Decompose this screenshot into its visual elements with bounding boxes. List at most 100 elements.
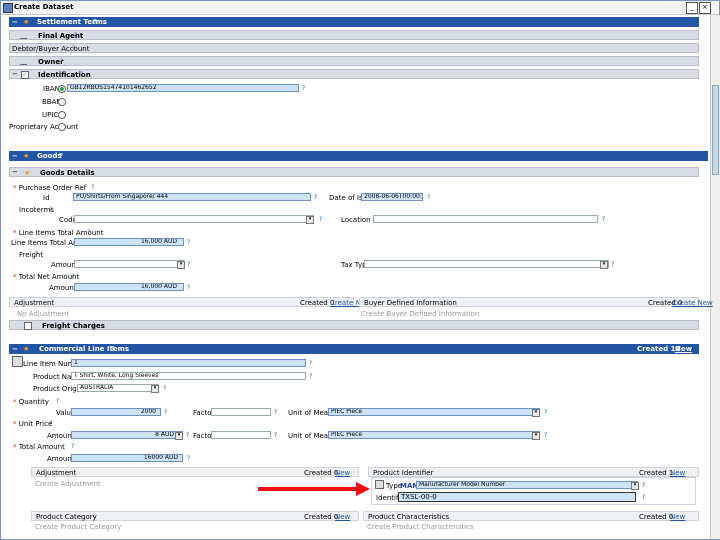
help-icon[interactable]: ? [319, 216, 322, 223]
help-icon[interactable]: ? [314, 194, 317, 201]
collapse-icon[interactable]: − [12, 152, 18, 160]
type-select[interactable]: Manufacturer Model Number [416, 481, 638, 489]
commercial-line-items-header[interactable]: − ★ Commercial Line Items ? Created 12 N… [9, 344, 699, 354]
scrollbar-thumb[interactable] [712, 85, 719, 175]
po-id-input[interactable]: PO/Shirts/From Singapore/ 444 [73, 193, 311, 201]
chevron-down-icon[interactable]: ▾ [151, 385, 159, 393]
category-new-link[interactable]: New [335, 513, 350, 521]
help-icon[interactable]: ? [111, 345, 115, 353]
help-icon[interactable]: ? [274, 432, 277, 439]
chevron-down-icon[interactable]: ▾ [175, 432, 183, 440]
help-icon[interactable]: ? [92, 322, 95, 329]
identifier-new-link[interactable]: New [670, 469, 685, 477]
code-input[interactable] [74, 215, 314, 223]
help-icon[interactable]: ? [544, 432, 547, 439]
help-icon[interactable]: ? [49, 420, 52, 427]
uom2-select[interactable]: PIEC Piece [328, 431, 540, 439]
freight-charges-checkbox[interactable] [24, 322, 32, 330]
date-input[interactable]: 2008-06-06T00:00:00 [361, 193, 423, 201]
proprietary-radio[interactable] [58, 123, 66, 131]
help-icon[interactable]: ? [544, 409, 547, 416]
unit-price-input[interactable]: 8 AUD [71, 431, 183, 439]
factor-input[interactable] [211, 408, 271, 416]
collapse-icon[interactable]: − [12, 345, 18, 353]
line-item-number-input[interactable]: 1 [71, 359, 306, 367]
row-selector[interactable] [12, 356, 23, 367]
final-agent-row[interactable]: __ Final Agent ? [9, 30, 699, 40]
help-icon[interactable]: ? [309, 373, 312, 380]
help-icon[interactable]: ? [93, 18, 97, 26]
quantity-value-input[interactable]: 2000 [71, 408, 161, 416]
expand-icon[interactable]: __ [20, 31, 27, 39]
total-net-input[interactable]: 16,000 AUD [74, 283, 184, 291]
chevron-down-icon[interactable]: ▾ [532, 409, 540, 417]
factor2-input[interactable] [211, 431, 271, 439]
iban-radio[interactable] [58, 85, 66, 93]
chevron-down-icon[interactable]: ▾ [600, 261, 608, 269]
minimize-button[interactable]: _ [686, 2, 698, 14]
help-icon[interactable]: ? [72, 45, 75, 52]
help-icon[interactable]: ? [274, 409, 277, 416]
help-icon[interactable]: ? [187, 284, 190, 291]
help-icon[interactable]: ? [186, 432, 189, 439]
help-icon[interactable]: ? [302, 85, 305, 92]
chevron-down-icon[interactable]: ▾ [177, 261, 185, 269]
help-icon[interactable]: ? [642, 494, 645, 501]
help-icon[interactable]: ? [71, 273, 74, 280]
collapse-icon[interactable]: − [12, 18, 18, 26]
iban-input[interactable]: GB12RBOS15474101462652 [67, 84, 299, 92]
help-icon[interactable]: ? [71, 443, 74, 450]
upic-radio[interactable] [58, 111, 66, 119]
product-name-input[interactable]: T Shirt, White, Long Sleeves [71, 372, 306, 380]
identification-row[interactable]: − ✓ Identification ? [9, 69, 699, 79]
chevron-down-icon[interactable]: ▾ [532, 432, 540, 440]
char-new-link[interactable]: New [670, 513, 685, 521]
lineitems-total-input[interactable]: 16,000 AUD [74, 238, 184, 246]
identification-checkbox[interactable]: ✓ [21, 71, 29, 79]
help-icon[interactable]: ? [163, 385, 166, 392]
help-icon[interactable]: ? [164, 409, 167, 416]
help-icon[interactable]: ? [187, 455, 190, 462]
help-icon[interactable]: ? [309, 360, 312, 367]
help-icon[interactable]: ? [87, 229, 90, 236]
help-icon[interactable]: ? [74, 32, 77, 39]
location-input[interactable] [373, 215, 598, 223]
help-icon[interactable]: ? [59, 152, 63, 160]
help-icon[interactable]: ? [602, 216, 605, 223]
collapse-icon[interactable]: − [12, 70, 18, 78]
settlement-terms-header[interactable]: − ★ Settlement Terms ? [9, 17, 699, 27]
help-icon[interactable]: ? [187, 261, 190, 268]
product-origin-select[interactable]: AUSTRALIA [77, 384, 159, 392]
vertical-scrollbar[interactable] [710, 15, 720, 539]
commercial-new-link[interactable]: New [675, 345, 692, 353]
help-icon[interactable]: ? [80, 71, 83, 78]
debtor-account-row[interactable]: Debtor/Buyer Account ? [9, 43, 699, 53]
adjustment-new-link[interactable]: New [335, 469, 350, 477]
tax-type-input[interactable] [364, 260, 609, 268]
help-icon[interactable]: ? [35, 251, 38, 258]
help-icon[interactable]: ? [56, 398, 59, 405]
help-icon[interactable]: ? [427, 194, 430, 201]
help-icon[interactable]: ? [91, 184, 94, 191]
help-icon[interactable]: ? [187, 239, 190, 246]
freight-charges-row[interactable]: Freight Charges ? [9, 320, 699, 330]
uom-select[interactable]: PIEC Piece [328, 408, 540, 416]
help-icon[interactable]: ? [49, 206, 52, 213]
freight-amount-input[interactable] [74, 260, 184, 268]
identifier-input[interactable]: TXSL-00-0 [398, 492, 636, 502]
close-icon[interactable]: × [699, 2, 711, 14]
buyer-create-new-link[interactable]: Create New [672, 299, 713, 307]
bban-radio[interactable] [58, 98, 66, 106]
chevron-down-icon[interactable]: ▾ [306, 216, 314, 224]
help-icon[interactable]: ? [60, 58, 63, 65]
row-selector[interactable] [375, 480, 384, 489]
total-amount-input[interactable]: 16000 AUD [71, 454, 183, 462]
goods-details-row[interactable]: − ★ Goods Details [9, 167, 699, 177]
collapse-icon[interactable]: − [12, 168, 18, 176]
expand-icon[interactable]: __ [20, 57, 27, 65]
help-icon[interactable]: ? [642, 482, 645, 489]
goods-header[interactable]: − ★ Goods ? [9, 151, 708, 161]
help-icon[interactable]: ? [611, 261, 614, 268]
chevron-down-icon[interactable]: ▾ [631, 482, 639, 490]
owner-row[interactable]: __ Owner ? [9, 56, 699, 66]
